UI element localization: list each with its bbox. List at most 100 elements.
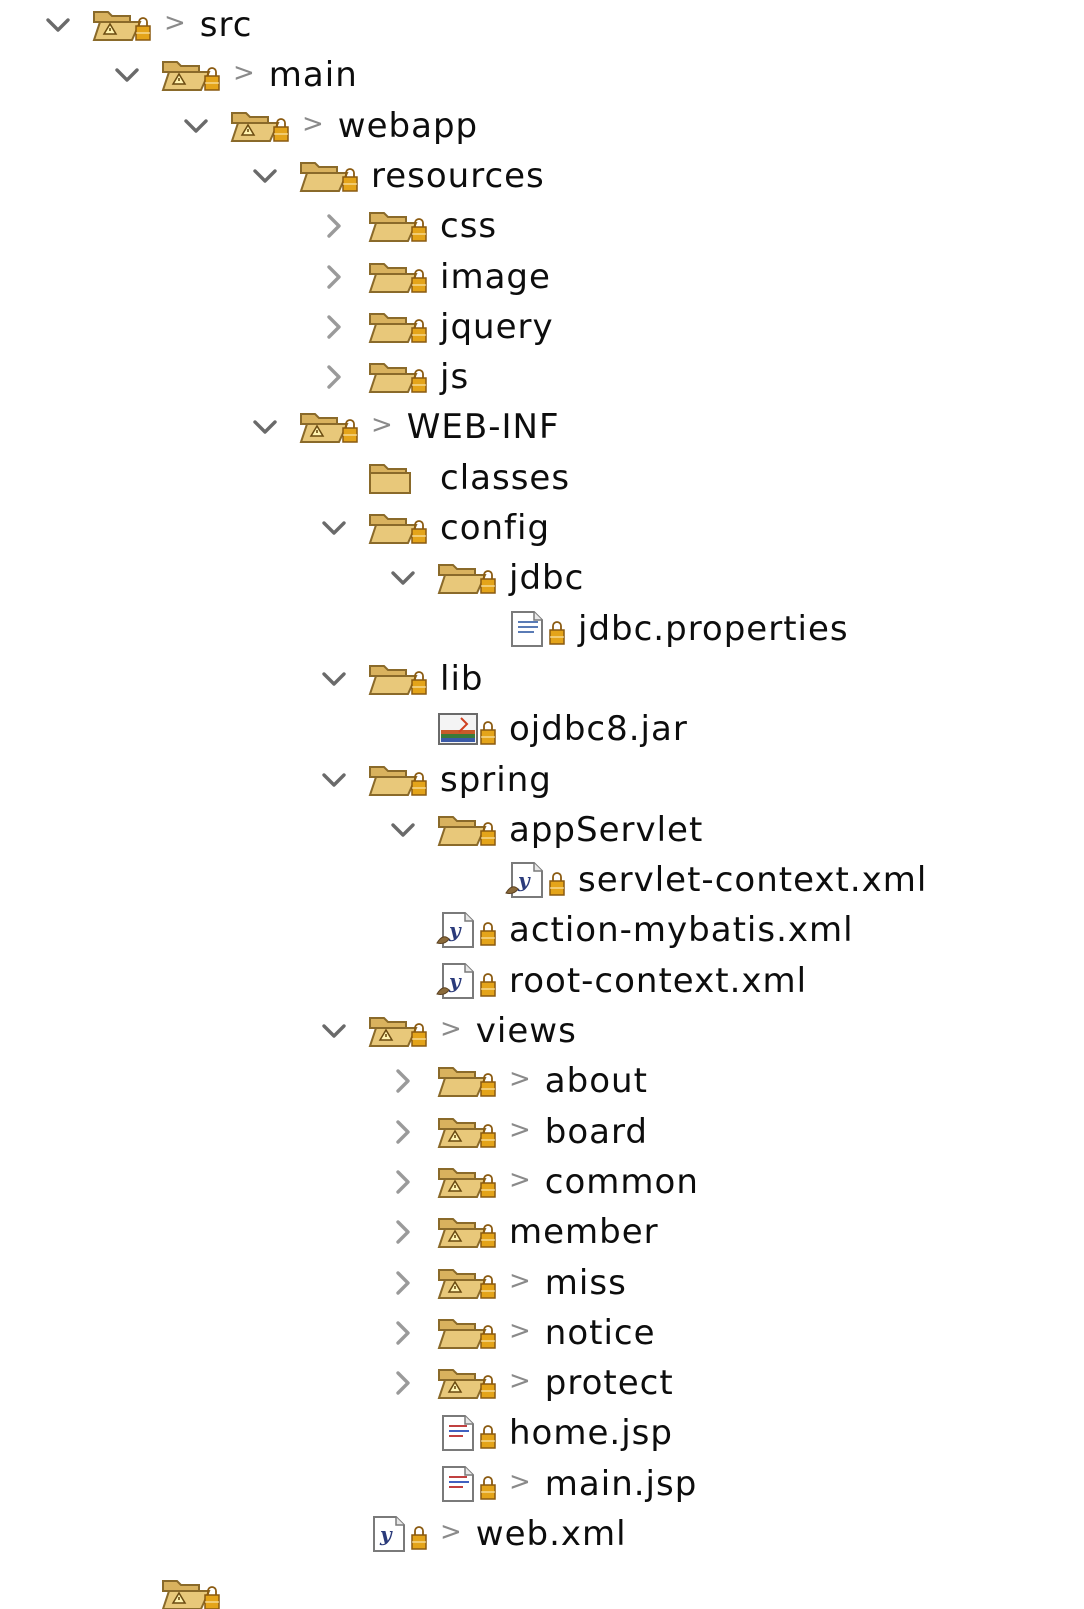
chevron-down-icon[interactable] xyxy=(385,560,421,596)
file-icon: y xyxy=(435,960,501,1002)
tree-row[interactable]: member xyxy=(385,1207,659,1257)
tree-item-label: lib xyxy=(440,658,484,699)
folder-icon xyxy=(366,356,432,398)
chevron-down-icon[interactable] xyxy=(316,762,352,798)
tree-row[interactable]: jdbc.properties xyxy=(454,604,849,654)
folder-icon xyxy=(297,155,363,197)
dirty-marker: > xyxy=(302,108,324,139)
tree-row[interactable]: jdbc xyxy=(385,553,584,603)
tree-row[interactable]: css xyxy=(316,201,497,251)
tree-row[interactable]: > main.jsp xyxy=(385,1459,697,1509)
tree-row[interactable]: > WEB-INF xyxy=(247,402,560,452)
chevron-down-icon[interactable] xyxy=(40,7,76,43)
tree-item-label: root-context.xml xyxy=(509,960,808,1001)
tree-item-label: webapp xyxy=(337,105,479,146)
tree-item-label: js xyxy=(440,357,470,398)
folder-icon xyxy=(159,54,225,96)
tree-row[interactable]: lib xyxy=(316,654,483,704)
tree-row[interactable]: ojdbc8.jar xyxy=(385,704,688,754)
dirty-marker: > xyxy=(371,410,393,441)
tree-row[interactable]: image xyxy=(316,252,551,302)
folder-icon xyxy=(297,406,363,448)
toggle-spacer xyxy=(316,460,352,496)
chevron-right-icon[interactable] xyxy=(385,1214,421,1250)
tree-row[interactable]: home.jsp xyxy=(385,1408,673,1458)
tree-row[interactable]: y root-context.xml xyxy=(385,956,807,1006)
tree-item-label: jdbc.properties xyxy=(578,608,849,649)
toggle-spacer xyxy=(385,1415,421,1451)
folder-icon xyxy=(435,1111,501,1153)
toggle-spacer xyxy=(385,1466,421,1502)
chevron-right-icon[interactable] xyxy=(385,1164,421,1200)
tree-row[interactable]: > main xyxy=(109,50,358,100)
chevron-down-icon[interactable] xyxy=(385,812,421,848)
tree-row[interactable]: > miss xyxy=(385,1258,627,1308)
tree-row[interactable]: > webapp xyxy=(178,101,478,151)
tree-item-label: servlet-context.xml xyxy=(578,860,928,901)
tree-row[interactable]: y action-mybatis.xml xyxy=(385,905,854,955)
tree-item-label: appServlet xyxy=(509,809,704,850)
tree-row[interactable]: jquery xyxy=(316,302,554,352)
tree-row[interactable]: spring xyxy=(316,755,552,805)
folder-icon xyxy=(366,507,432,549)
chevron-right-icon[interactable] xyxy=(316,309,352,345)
tree-item-label: views xyxy=(475,1011,577,1051)
folder-icon xyxy=(366,457,432,499)
dirty-marker: > xyxy=(164,8,186,38)
tree-row[interactable] xyxy=(109,1579,233,1609)
dirty-marker: > xyxy=(509,1265,531,1296)
chevron-right-icon[interactable] xyxy=(385,1365,421,1401)
chevron-right-icon[interactable] xyxy=(316,259,352,295)
svg-text:y: y xyxy=(517,868,531,892)
chevron-down-icon[interactable] xyxy=(316,510,352,546)
tree-item-label: common xyxy=(544,1161,699,1202)
svg-text:y: y xyxy=(448,969,462,993)
chevron-down-icon[interactable] xyxy=(109,57,145,93)
chevron-down-icon[interactable] xyxy=(178,108,214,144)
folder-icon xyxy=(435,1312,501,1354)
tree-row[interactable]: resources xyxy=(247,151,545,201)
chevron-right-icon[interactable] xyxy=(316,359,352,395)
chevron-right-icon[interactable] xyxy=(385,1114,421,1150)
tree-row[interactable]: > notice xyxy=(385,1308,656,1358)
chevron-right-icon[interactable] xyxy=(316,208,352,244)
chevron-down-icon[interactable] xyxy=(247,158,283,194)
tree-row[interactable]: > views xyxy=(316,1006,577,1056)
tree-item-label: resources xyxy=(371,155,545,196)
folder-icon xyxy=(228,105,294,147)
chevron-down-icon[interactable] xyxy=(316,1013,352,1049)
tree-row[interactable]: > about xyxy=(385,1056,648,1106)
tree-row[interactable]: classes xyxy=(316,453,570,503)
tree-item-label: protect xyxy=(544,1363,674,1404)
folder-icon xyxy=(435,1262,501,1304)
file-icon: y xyxy=(504,859,570,901)
tree-item-label: ojdbc8.jar xyxy=(509,709,688,750)
dirty-marker: > xyxy=(440,1014,462,1044)
folder-icon xyxy=(366,658,432,700)
tree-item-label: jquery xyxy=(440,306,554,347)
tree-row[interactable]: > protect xyxy=(385,1358,674,1408)
tree-row[interactable]: appServlet xyxy=(385,805,703,855)
chevron-right-icon[interactable] xyxy=(385,1265,421,1301)
tree-row[interactable]: js xyxy=(316,352,469,402)
tree-item-label: spring xyxy=(440,759,552,800)
dirty-marker: > xyxy=(509,1315,531,1346)
tree-row[interactable]: y servlet-context.xml xyxy=(454,855,927,905)
file-icon xyxy=(435,1463,501,1505)
tree-row[interactable]: > common xyxy=(385,1157,699,1207)
tree-item-label: main.jsp xyxy=(544,1463,698,1504)
chevron-down-icon[interactable] xyxy=(316,661,352,697)
folder-icon xyxy=(159,1579,225,1609)
tree-row[interactable]: > src xyxy=(40,0,252,50)
folder-icon xyxy=(366,306,432,348)
tree-row[interactable]: config xyxy=(316,503,550,553)
chevron-right-icon[interactable] xyxy=(385,1315,421,1351)
chevron-down-icon[interactable] xyxy=(247,409,283,445)
tree-row[interactable]: y > web.xml xyxy=(316,1509,627,1559)
dirty-marker: > xyxy=(509,1164,531,1195)
toggle-spacer xyxy=(316,1516,352,1552)
tree-item-label: main xyxy=(268,55,358,96)
dirty-marker: > xyxy=(509,1466,531,1497)
chevron-right-icon[interactable] xyxy=(385,1063,421,1099)
tree-row[interactable]: > board xyxy=(385,1107,648,1157)
